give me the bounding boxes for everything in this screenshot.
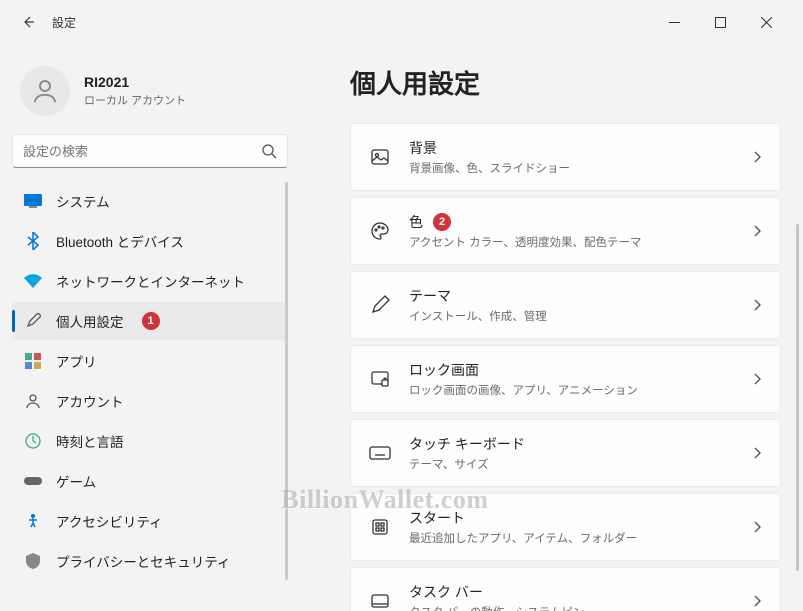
search-icon [261,143,277,159]
minimize-icon [669,17,680,28]
sidebar-item-label: アカウント [56,391,124,411]
card-lock-screen[interactable]: ロック画面 ロック画面の画像、アプリ、アニメーション [350,345,781,413]
sidebar-item-system[interactable]: システム [12,182,288,220]
card-title-label: スタート [409,508,465,528]
chevron-right-icon [752,446,762,460]
close-button[interactable] [743,7,789,37]
card-themes[interactable]: テーマ インストール、作成、管理 [350,271,781,339]
card-subtitle: ロック画面の画像、アプリ、アニメーション [409,382,734,398]
sidebar-item-accounts[interactable]: アカウント [12,382,288,420]
chevron-right-icon [752,372,762,386]
window-controls [651,7,789,37]
avatar [20,66,70,116]
user-name: RI2021 [84,74,186,90]
annotation-badge: 2 [433,213,451,231]
card-title-label: テーマ [409,286,451,306]
titlebar: 設定 [0,0,803,44]
minimize-button[interactable] [651,7,697,37]
window-title: 設定 [52,14,76,31]
chevron-right-icon [752,150,762,164]
card-background[interactable]: 背景 背景画像、色、スライドショー [350,123,781,191]
chevron-right-icon [752,520,762,534]
pen-icon [369,294,391,316]
palette-icon [369,220,391,242]
sidebar-item-label: アクセシビリティ [56,511,163,531]
brush-icon [24,312,42,330]
keyboard-icon [369,442,391,464]
sidebar-item-label: Bluetooth とデバイス [56,231,184,251]
chevron-right-icon [752,594,762,608]
wifi-icon [24,272,42,290]
sidebar-item-apps[interactable]: アプリ [12,342,288,380]
sidebar-item-label: ネットワークとインターネット [56,271,245,291]
card-title-label: ロック画面 [409,360,479,380]
card-subtitle: タスク バーの動作、システムピン [409,604,734,611]
search-input[interactable] [23,144,261,159]
nav-list: システム Bluetooth とデバイス ネットワークとインターネット 個人用設… [12,182,288,580]
card-subtitle: アクセント カラー、透明度効果、配色テーマ [409,234,734,250]
card-title-label: 背景 [409,138,437,158]
card-taskbar[interactable]: タスク バー タスク バーの動作、システムピン [350,567,781,611]
sidebar-item-personalization[interactable]: 個人用設定 1 [12,302,288,340]
sidebar-item-bluetooth[interactable]: Bluetooth とデバイス [12,222,288,260]
sidebar-item-privacy[interactable]: プライバシーとセキュリティ [12,542,288,580]
sidebar-item-accessibility[interactable]: アクセシビリティ [12,502,288,540]
card-subtitle: インストール、作成、管理 [409,308,734,324]
annotation-badge: 1 [142,312,160,330]
sidebar-item-label: システム [56,191,110,211]
card-title-label: 色 [409,212,423,232]
account-icon [24,392,42,410]
sidebar-item-label: 個人用設定 [56,311,124,331]
card-colors[interactable]: 色2 アクセント カラー、透明度効果、配色テーマ [350,197,781,265]
clock-globe-icon [24,432,42,450]
sidebar-item-label: プライバシーとセキュリティ [56,551,230,571]
user-subtitle: ローカル アカウント [84,92,186,108]
sidebar-item-time-language[interactable]: 時刻と言語 [12,422,288,460]
sidebar-item-label: 時刻と言語 [56,431,124,451]
bluetooth-icon [24,232,42,250]
card-title-label: タッチ キーボード [409,434,525,454]
sidebar: RI2021 ローカル アカウント システム Bluetooth とデバイス ネ… [0,44,300,611]
card-subtitle: 背景画像、色、スライドショー [409,160,734,176]
close-icon [761,17,772,28]
lock-screen-icon [369,368,391,390]
card-start[interactable]: スタート 最近追加したアプリ、アイテム、フォルダー [350,493,781,561]
maximize-icon [715,17,726,28]
back-button[interactable] [14,8,42,36]
accessibility-icon [24,512,42,530]
sidebar-item-label: ゲーム [56,471,96,491]
shield-icon [24,552,42,570]
apps-icon [24,352,42,370]
user-profile[interactable]: RI2021 ローカル アカウント [12,54,288,134]
sidebar-item-network[interactable]: ネットワークとインターネット [12,262,288,300]
maximize-button[interactable] [697,7,743,37]
card-touch-keyboard[interactable]: タッチ キーボード テーマ、サイズ [350,419,781,487]
page-title: 個人用設定 [350,64,781,101]
gamepad-icon [24,472,42,490]
chevron-right-icon [752,298,762,312]
image-icon [369,146,391,168]
arrow-left-icon [20,14,36,30]
sidebar-item-label: アプリ [56,351,97,371]
card-title-label: タスク バー [409,582,483,602]
display-icon [24,192,42,210]
chevron-right-icon [752,224,762,238]
sidebar-item-gaming[interactable]: ゲーム [12,462,288,500]
sidebar-scrollbar[interactable] [285,182,288,580]
start-icon [369,516,391,538]
taskbar-icon [369,590,391,611]
card-subtitle: 最近追加したアプリ、アイテム、フォルダー [409,530,734,546]
card-subtitle: テーマ、サイズ [409,456,734,472]
person-icon [30,76,60,106]
main-content: 個人用設定 背景 背景画像、色、スライドショー 色2 アクセント カラー、透明度… [300,44,803,611]
search-box[interactable] [12,134,288,168]
